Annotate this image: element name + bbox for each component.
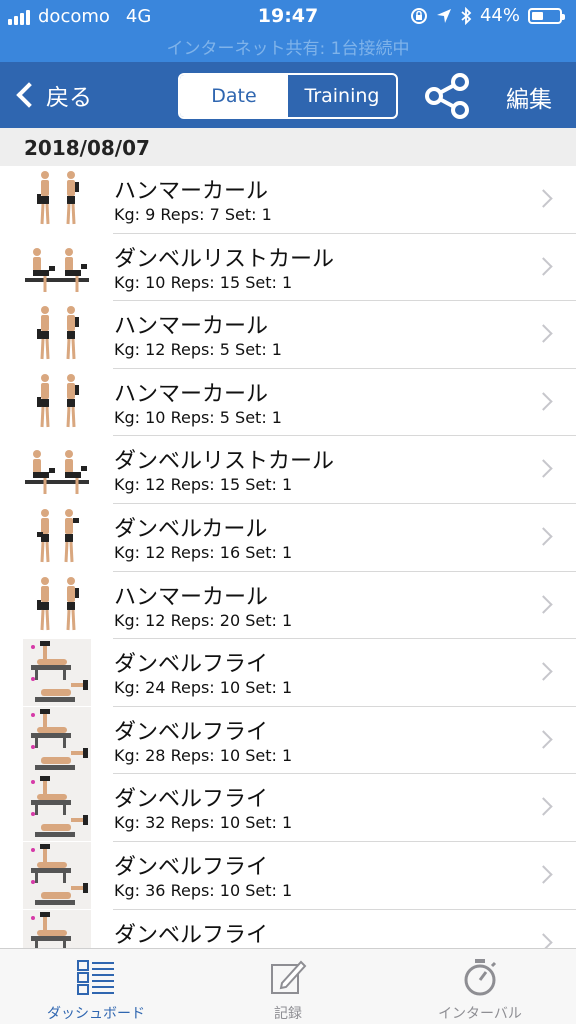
exercise-thumbnail-hammer-curl (23, 572, 91, 639)
tab-interval[interactable]: インターバル (384, 949, 576, 1024)
chevron-left-icon (16, 82, 42, 108)
view-segmented-control: Date Training (178, 73, 398, 119)
exercise-detail: Kg: 24 Reps: 10 Set: 1 (114, 678, 293, 698)
edit-button[interactable]: 編集 (506, 80, 552, 114)
workout-row[interactable]: ハンマーカール Kg: 12 Reps: 20 Set: 1 (0, 572, 576, 640)
exercise-name: ダンベルフライ (114, 922, 269, 948)
bluetooth-icon (461, 6, 472, 25)
status-bar: docomo 4G 19:47 44% インターネット共有: 1台接続中 (0, 0, 576, 62)
exercise-thumbnail-hammer-curl (23, 166, 91, 233)
exercise-detail: Kg: 12 Reps: 20 Set: 1 (114, 610, 293, 630)
exercise-thumbnail-wrist-curl (23, 436, 91, 503)
workout-row[interactable]: ダンベルリストカール Kg: 12 Reps: 15 Set: 1 (0, 436, 576, 504)
tab-record[interactable]: 記録 (192, 949, 384, 1024)
chevron-right-icon (534, 256, 553, 276)
segment-date[interactable]: Date (180, 75, 288, 117)
exercise-thumbnail-hammer-curl (23, 301, 91, 368)
exercise-thumbnail-hammer-curl (23, 369, 91, 436)
workout-row[interactable]: ハンマーカール Kg: 12 Reps: 5 Set: 1 (0, 301, 576, 369)
section-date: 2018/08/07 (24, 136, 150, 160)
exercise-name: ハンマーカール (114, 584, 269, 610)
workout-row[interactable]: ダンベルフライ Kg: 36 Reps: 10 Set: 1 (0, 841, 576, 910)
chevron-right-icon (534, 392, 553, 411)
workout-row[interactable]: ダンベルフライ Kg: 24 Reps: 10 Set: 1 (0, 639, 576, 707)
exercise-name: ダンベルリストカール (114, 449, 335, 475)
workout-row[interactable]: ハンマーカール Kg: 10 Reps: 5 Set: 1 (0, 369, 576, 437)
exercise-name: ハンマーカール (114, 314, 269, 340)
exercise-thumbnail-dumbbell-fly (23, 841, 91, 909)
tethering-status[interactable]: インターネット共有: 1台接続中 (0, 34, 576, 59)
exercise-thumbnail-dumbbell-fly (23, 909, 91, 948)
location-arrow-icon (436, 8, 451, 23)
exercise-name: ダンベルフライ (114, 787, 269, 813)
exercise-detail: Kg: 12 Reps: 5 Set: 1 (114, 340, 282, 360)
workout-row[interactable]: ハンマーカール Kg: 9 Reps: 7 Set: 1 (0, 166, 576, 234)
tab-interval-label: インターバル (438, 1006, 522, 1022)
exercise-thumbnail-dumbbell-curl (23, 504, 91, 571)
tab-dashboard-label: ダッシュボード (47, 1006, 145, 1022)
date-section-header: 2018/08/07 (0, 128, 576, 166)
workout-row[interactable]: ダンベルフライ Kg: 32 Reps: 10 Set: 1 (0, 774, 576, 842)
share-icon[interactable] (420, 68, 476, 124)
back-label: 戻る (46, 85, 92, 111)
tab-record-label: 記録 (274, 1006, 302, 1022)
exercise-name: ダンベルフライ (114, 652, 269, 678)
exercise-name: ダンベルフライ (114, 854, 269, 880)
stopwatch-icon (464, 959, 497, 996)
chevron-right-icon (534, 662, 553, 681)
dashboard-icon (77, 960, 114, 995)
chevron-right-icon (534, 324, 553, 343)
chevron-right-icon (534, 189, 553, 208)
segment-training[interactable]: Training (288, 75, 396, 117)
battery-icon (528, 7, 565, 24)
rotation-lock-icon (410, 7, 427, 24)
exercise-name: ダンベルフライ (114, 719, 269, 745)
exercise-thumbnail-wrist-curl (23, 234, 91, 301)
exercise-thumbnail-dumbbell-fly (23, 774, 91, 842)
chevron-right-icon (534, 459, 553, 479)
exercise-detail: Kg: 32 Reps: 10 Set: 1 (114, 813, 293, 833)
chevron-right-icon (534, 730, 553, 749)
exercise-detail: Kg: 12 Reps: 16 Set: 1 (114, 542, 293, 562)
exercise-name: ハンマーカール (114, 381, 269, 407)
exercise-detail: Kg: 28 Reps: 10 Set: 1 (114, 745, 293, 765)
back-button[interactable]: 戻る (10, 76, 92, 114)
exercise-detail: Kg: 36 Reps: 10 Set: 1 (114, 880, 293, 900)
record-edit-icon (271, 960, 307, 994)
exercise-thumbnail-dumbbell-fly (23, 706, 91, 774)
chevron-right-icon (534, 797, 553, 817)
exercise-detail: Kg: 12 Reps: 15 Set: 1 (114, 475, 293, 495)
workout-row[interactable]: ダンベルフライ Kg: 28 Reps: 10 Set: 1 (0, 706, 576, 775)
workout-row[interactable]: ダンベルフライ (0, 909, 576, 948)
tab-bar: ダッシュボード 記録 インターバル (0, 948, 576, 1024)
chevron-right-icon (534, 527, 553, 546)
exercise-detail: Kg: 9 Reps: 7 Set: 1 (114, 205, 272, 224)
chevron-right-icon (534, 594, 553, 614)
exercise-detail: Kg: 10 Reps: 15 Set: 1 (114, 272, 293, 292)
battery-percent: 44% (479, 5, 520, 26)
exercise-name: ダンベルカール (114, 516, 268, 542)
tab-dashboard[interactable]: ダッシュボード (0, 949, 192, 1024)
chevron-right-icon (534, 865, 553, 884)
navigation-bar: 戻る Date Training 編集 (0, 62, 576, 128)
exercise-detail: Kg: 10 Reps: 5 Set: 1 (114, 407, 282, 427)
exercise-name: ハンマーカール (114, 179, 269, 204)
workout-row[interactable]: ダンベルリストカール Kg: 10 Reps: 15 Set: 1 (0, 234, 576, 302)
chevron-right-icon (534, 932, 553, 948)
exercise-name: ダンベルリストカール (114, 246, 335, 272)
workout-row[interactable]: ダンベルカール Kg: 12 Reps: 16 Set: 1 (0, 504, 576, 572)
exercise-thumbnail-dumbbell-fly (23, 639, 91, 707)
workout-list[interactable]: ハンマーカール Kg: 9 Reps: 7 Set: 1 ダンベルリストカール Kg:… (0, 166, 576, 948)
